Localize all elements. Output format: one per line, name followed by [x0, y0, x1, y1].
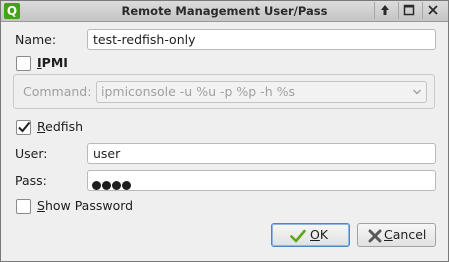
arrow-up-icon — [381, 5, 389, 15]
cancel-x-icon — [368, 229, 382, 243]
name-label: Name: — [15, 32, 57, 47]
password-dot — [102, 181, 111, 190]
close-button[interactable] — [422, 2, 443, 19]
close-icon — [428, 5, 438, 15]
check-icon — [290, 229, 306, 243]
pass-label: Pass: — [15, 173, 47, 188]
command-value: ipmiconsole -u %u -p %p -h %s — [101, 84, 295, 99]
cancel-label: Cancel — [384, 227, 427, 242]
password-dot — [92, 181, 101, 190]
show-password-label[interactable]: Show Password — [37, 198, 133, 214]
command-label: Command: — [23, 84, 92, 99]
name-input[interactable] — [87, 29, 436, 50]
user-input[interactable] — [87, 143, 436, 164]
show-password-checkbox[interactable] — [16, 199, 31, 214]
cancel-button[interactable]: Cancel — [357, 223, 436, 247]
redfish-label[interactable]: Redfish — [37, 119, 83, 135]
ok-button[interactable]: OK — [271, 223, 350, 247]
keep-above-button[interactable] — [374, 2, 395, 19]
password-dot — [122, 181, 131, 190]
maximize-icon — [403, 4, 415, 16]
password-mask — [92, 178, 132, 192]
ipmi-checkbox[interactable] — [16, 56, 31, 71]
password-dot — [112, 181, 121, 190]
chevron-down-icon — [413, 89, 421, 95]
user-label: User: — [15, 146, 48, 161]
command-select[interactable]: ipmiconsole -u %u -p %p -h %s — [96, 81, 427, 103]
title-bar[interactable]: Q Remote Management User/Pass — [1, 1, 448, 22]
maximize-button[interactable] — [398, 2, 419, 19]
checkmark-icon — [18, 121, 31, 133]
dialog-window: Q Remote Management User/Pass Name: IPMI… — [0, 0, 449, 262]
password-input[interactable] — [87, 170, 436, 191]
redfish-checkbox[interactable] — [16, 120, 31, 135]
ok-label: OK — [310, 227, 329, 242]
ipmi-label[interactable]: IPMI — [37, 55, 68, 71]
